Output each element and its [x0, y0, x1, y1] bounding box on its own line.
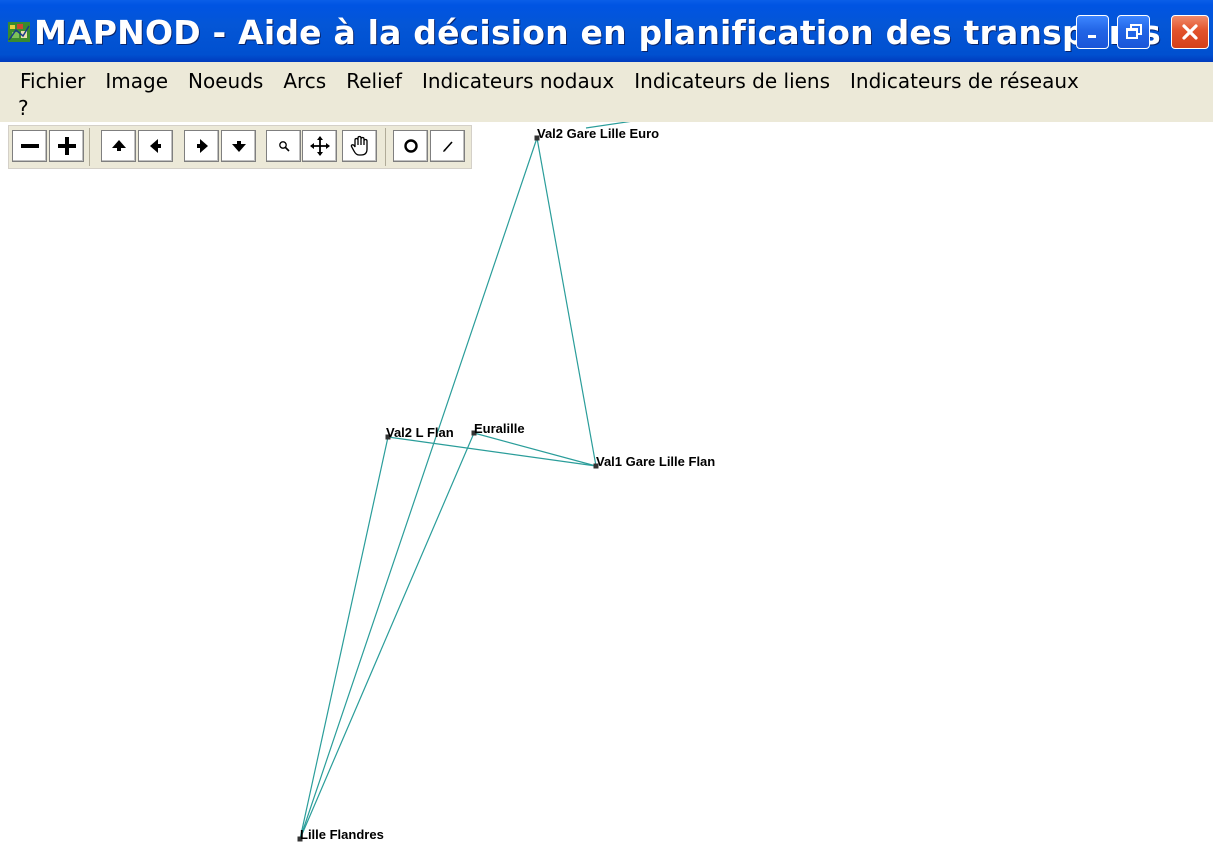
zoom-in-button[interactable]	[49, 130, 84, 162]
node-label: Val2 Gare Lille Euro	[537, 126, 659, 141]
pan-up-icon	[111, 140, 126, 151]
hand-icon	[350, 135, 368, 156]
node-label: Euralille	[474, 421, 525, 436]
pan-left-icon	[149, 139, 161, 153]
zoom-in-icon	[57, 137, 76, 155]
zoom-out-icon	[20, 144, 39, 148]
zoom-window-button[interactable]	[266, 130, 301, 162]
arc-n3-n5[interactable]	[299, 432, 475, 840]
minimize-button[interactable]	[1076, 15, 1109, 49]
title-bar[interactable]: MAPNOD - Aide à la décision en planifica…	[0, 0, 1213, 62]
window-title: MAPNOD - Aide à la décision en planifica…	[34, 13, 1161, 52]
mapnod-app-icon	[8, 22, 30, 42]
close-button[interactable]	[1171, 15, 1209, 49]
arc-n1-n4[interactable]	[536, 137, 597, 467]
zoom-out-button[interactable]	[12, 130, 47, 162]
menu-item-indicateurs-nodaux[interactable]: Indicateurs nodaux	[412, 68, 624, 94]
node-tool-button[interactable]	[393, 130, 428, 162]
move-button[interactable]	[302, 130, 337, 162]
node-tool-icon	[403, 139, 418, 153]
restore-icon	[1125, 24, 1142, 39]
pan-right-button[interactable]	[184, 130, 219, 162]
arc-n3-n4[interactable]	[473, 432, 597, 467]
pan-down-icon	[231, 141, 246, 152]
menu-item-indicateurs-de-r-seaux[interactable]: Indicateurs de réseaux	[840, 68, 1089, 94]
menu-item-relief[interactable]: Relief	[336, 68, 412, 94]
node-label: Val2 L Flan	[386, 425, 454, 440]
node-label: Val1 Gare Lille Flan	[596, 454, 715, 469]
map-canvas[interactable]: Val2 Gare Lille Euro Val2 L Flan Euralille…	[0, 122, 1213, 843]
hand-button[interactable]	[342, 130, 377, 162]
pan-right-icon	[196, 139, 208, 153]
menu-item-noeuds[interactable]: Noeuds	[178, 68, 273, 94]
network-map: Val2 Gare Lille Euro Val2 L Flan Euralille…	[297, 122, 715, 842]
pan-left-button[interactable]	[138, 130, 173, 162]
move-icon	[309, 136, 330, 156]
menu-item-fichier[interactable]: Fichier	[10, 68, 95, 94]
zoom-window-icon	[278, 141, 290, 152]
arc-n2-n4[interactable]	[387, 436, 597, 467]
menu-bar: Fichier Image Noeuds Arcs Relief Indicateurs …	[0, 62, 1213, 122]
pan-up-button[interactable]	[101, 130, 136, 162]
arc-n1-n5[interactable]	[299, 137, 538, 840]
menu-item-indicateurs-de-liens[interactable]: Indicateurs de liens	[624, 68, 840, 94]
arc-n2-n5[interactable]	[299, 436, 389, 840]
menu-item-image[interactable]: Image	[95, 68, 178, 94]
menu-item-arcs[interactable]: Arcs	[273, 68, 336, 94]
pencil-button[interactable]	[430, 130, 465, 162]
map-toolbar	[8, 125, 472, 169]
pan-down-button[interactable]	[221, 130, 256, 162]
pencil-icon	[442, 141, 453, 152]
menu-item-help[interactable]: ?	[18, 96, 29, 120]
restore-button[interactable]	[1117, 15, 1150, 49]
node-label: Lille Flandres	[300, 827, 384, 842]
minimize-icon	[1087, 35, 1096, 38]
close-icon	[1182, 24, 1198, 40]
menu-row: Fichier Image Noeuds Arcs Relief Indicateurs …	[10, 68, 1089, 94]
